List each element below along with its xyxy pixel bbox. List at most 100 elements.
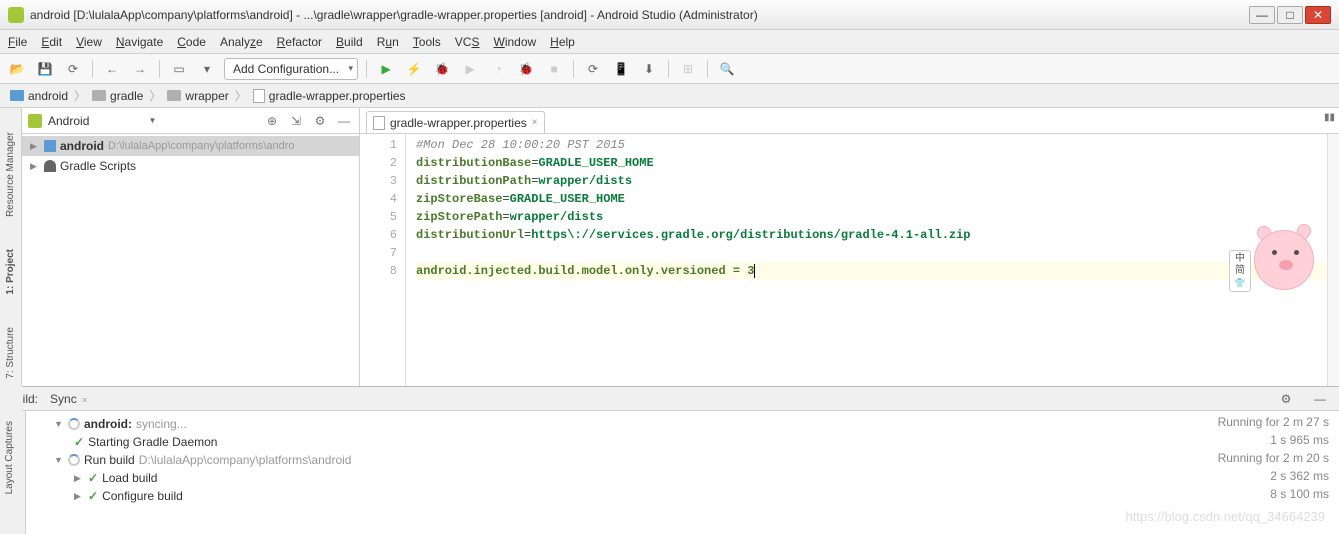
- close-icon[interactable]: ×: [82, 395, 87, 405]
- menu-edit[interactable]: Edit: [41, 35, 62, 49]
- folder-icon: [167, 90, 181, 101]
- project-panel-header: Android ▼ ⊕ ⇲ ⚙ —: [22, 108, 359, 134]
- profile-icon[interactable]: ◔: [487, 58, 509, 80]
- menu-view[interactable]: View: [76, 35, 102, 49]
- maximize-button[interactable]: □: [1277, 6, 1303, 24]
- separator: [92, 60, 93, 78]
- crumb-file[interactable]: gradle-wrapper.properties: [249, 89, 410, 103]
- crumb-label: android: [28, 89, 68, 103]
- build-row[interactable]: ▼ Run build D:\lulalaApp\company\platform…: [34, 451, 1151, 469]
- code-line[interactable]: [416, 244, 1327, 262]
- gear-icon[interactable]: ⚙: [311, 112, 329, 130]
- module-icon: [44, 140, 56, 152]
- sync-icon[interactable]: ⟳: [62, 58, 84, 80]
- avd-icon[interactable]: 📱: [610, 58, 632, 80]
- error-stripe: [1327, 134, 1339, 386]
- coverage-icon[interactable]: ▶: [459, 58, 481, 80]
- menu-run[interactable]: Run: [377, 35, 399, 49]
- menu-build[interactable]: Build: [336, 35, 363, 49]
- apply-icon[interactable]: ⚡: [403, 58, 425, 80]
- sync-tab[interactable]: Sync ×: [50, 392, 87, 406]
- run-config-selector[interactable]: Add Configuration...: [224, 58, 358, 80]
- save-icon[interactable]: 💾: [34, 58, 56, 80]
- hide-panel-icon[interactable]: —: [335, 112, 353, 130]
- code-line[interactable]: zipStoreBase=GRADLE_USER_HOME: [416, 190, 1327, 208]
- expand-icon[interactable]: ▶: [30, 141, 40, 152]
- ime-mascot[interactable]: 中 简 👕: [1229, 220, 1319, 310]
- code-line[interactable]: android.injected.build.model.only.versio…: [416, 262, 1327, 280]
- chevron-right-icon: 〉: [235, 87, 247, 104]
- tree-row[interactable]: ▶Gradle Scripts: [22, 156, 359, 176]
- code-line[interactable]: zipStorePath=wrapper/dists: [416, 208, 1327, 226]
- target-icon[interactable]: ⊕: [263, 112, 281, 130]
- crumb-root[interactable]: android: [6, 89, 72, 103]
- expand-icon[interactable]: ▼: [54, 455, 64, 465]
- ime-tag[interactable]: 中 简 👕: [1229, 250, 1251, 292]
- expand-icon[interactable]: ▶: [74, 473, 84, 484]
- build-label: Run build: [84, 453, 135, 467]
- pause-icon: ▮▮: [1324, 112, 1335, 123]
- window-title: android [D:\lulalaApp\company\platforms\…: [30, 8, 1249, 22]
- build-row[interactable]: ▶✓Configure build: [34, 487, 1151, 505]
- close-tab-icon[interactable]: ×: [532, 117, 538, 128]
- code-line[interactable]: #Mon Dec 28 10:00:20 PST 2015: [416, 136, 1327, 154]
- window-titlebar: android [D:\lulalaApp\company\platforms\…: [0, 0, 1339, 30]
- gutter-project[interactable]: 1: Project: [5, 249, 16, 295]
- build-path: D:\lulalaApp\company\platforms\android: [139, 453, 352, 467]
- code-editor[interactable]: 12345678 #Mon Dec 28 10:00:20 PST 2015di…: [360, 134, 1339, 386]
- run-config-label: Add Configuration...: [233, 62, 339, 76]
- close-button[interactable]: ✕: [1305, 6, 1331, 24]
- build-tree: ▼android: syncing...✓Starting Gradle Dae…: [26, 411, 1159, 534]
- menu-tools[interactable]: Tools: [413, 35, 441, 49]
- expand-icon[interactable]: ▼: [54, 419, 64, 429]
- gear-icon[interactable]: ⚙: [1275, 388, 1297, 410]
- build-row[interactable]: ✓Starting Gradle Daemon: [34, 433, 1151, 451]
- expand-icon[interactable]: ▶: [74, 491, 84, 502]
- build-row[interactable]: ▼android: syncing...: [34, 415, 1151, 433]
- crumb-wrapper[interactable]: wrapper: [163, 89, 232, 103]
- gutter-layout-captures[interactable]: Layout Captures: [4, 421, 15, 494]
- run-icon[interactable]: ▶: [375, 58, 397, 80]
- crumb-label: gradle: [110, 89, 143, 103]
- minimize-button[interactable]: —: [1249, 6, 1275, 24]
- debug-icon[interactable]: 🐞: [431, 58, 453, 80]
- menu-refactor[interactable]: Refactor: [277, 35, 322, 49]
- device-icon[interactable]: ▭: [168, 58, 190, 80]
- chevron-down-icon[interactable]: ▼: [149, 116, 157, 125]
- attach-icon[interactable]: 🐞: [515, 58, 537, 80]
- code-line[interactable]: distributionPath=wrapper/dists: [416, 172, 1327, 190]
- menu-code[interactable]: Code: [177, 35, 206, 49]
- menu-window[interactable]: Window: [493, 35, 536, 49]
- gutter-structure[interactable]: 7: Structure: [5, 327, 16, 379]
- crumb-gradle[interactable]: gradle: [88, 89, 147, 103]
- collapse-icon[interactable]: ⇲: [287, 112, 305, 130]
- forward-icon[interactable]: →: [129, 58, 151, 80]
- stop-icon[interactable]: ■: [543, 58, 565, 80]
- project-tree: ▶android D:\lulalaApp\company\platforms\…: [22, 134, 359, 178]
- code-line[interactable]: distributionUrl=https\://services.gradle…: [416, 226, 1327, 244]
- expand-icon[interactable]: ▶: [30, 161, 40, 172]
- search-icon[interactable]: 🔍: [716, 58, 738, 80]
- menu-analyze[interactable]: Analyze: [220, 35, 263, 49]
- build-row[interactable]: ▶✓Load build: [34, 469, 1151, 487]
- hide-icon[interactable]: —: [1309, 388, 1331, 410]
- left-tool-gutter: Resource Manager 1: Project 7: Structure: [0, 108, 22, 386]
- structure-icon[interactable]: ⊞: [677, 58, 699, 80]
- dropdown-icon[interactable]: ▾: [196, 58, 218, 80]
- android-icon: [28, 114, 42, 128]
- menu-navigate[interactable]: Navigate: [116, 35, 163, 49]
- back-icon[interactable]: ←: [101, 58, 123, 80]
- tree-row[interactable]: ▶android D:\lulalaApp\company\platforms\…: [22, 136, 359, 156]
- menu-help[interactable]: Help: [550, 35, 575, 49]
- sdk-icon[interactable]: ⬇: [638, 58, 660, 80]
- menu-vcs[interactable]: VCS: [455, 35, 480, 49]
- code-content[interactable]: #Mon Dec 28 10:00:20 PST 2015distributio…: [406, 134, 1327, 386]
- code-line[interactable]: distributionBase=GRADLE_USER_HOME: [416, 154, 1327, 172]
- open-icon[interactable]: 📂: [6, 58, 28, 80]
- project-view-selector[interactable]: Android: [48, 114, 143, 128]
- gutter-resource-manager[interactable]: Resource Manager: [5, 132, 16, 217]
- menu-file[interactable]: File: [8, 35, 27, 49]
- sync-gradle-icon[interactable]: ⟳: [582, 58, 604, 80]
- separator: [573, 60, 574, 78]
- editor-tab[interactable]: gradle-wrapper.properties ×: [366, 111, 545, 133]
